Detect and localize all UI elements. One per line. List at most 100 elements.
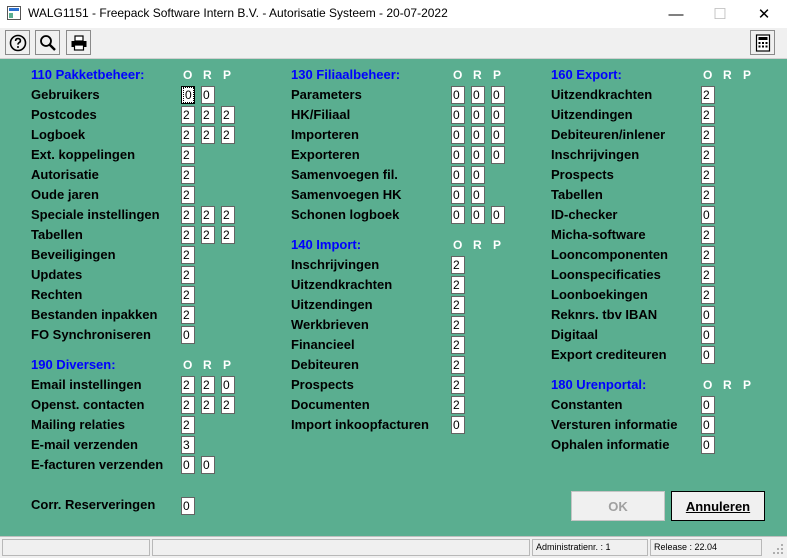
permission-field-o[interactable]: 2	[181, 286, 195, 304]
permission-field-o[interactable]: 2	[701, 266, 715, 284]
permission-field-p[interactable]: 2	[221, 206, 235, 224]
permission-field-p[interactable]: 2	[221, 106, 235, 124]
minimize-button[interactable]: —	[654, 0, 698, 28]
permission-field-o[interactable]: 0	[181, 456, 195, 474]
permission-value: 2	[203, 398, 210, 412]
permission-value: 0	[183, 87, 194, 103]
row-label: Samenvoegen HK	[291, 187, 402, 202]
permission-field-p[interactable]: 2	[221, 126, 235, 144]
permission-field-o[interactable]: 2	[451, 376, 465, 394]
permission-field-o[interactable]: 0	[451, 126, 465, 144]
permission-field-o[interactable]: 2	[181, 266, 195, 284]
row-label: Uitzendingen	[551, 107, 633, 122]
permission-field-p[interactable]: 0	[491, 86, 505, 104]
permission-field-r[interactable]: 0	[471, 146, 485, 164]
permission-field-o[interactable]: 2	[701, 246, 715, 264]
help-button[interactable]	[5, 30, 30, 55]
permission-field-o[interactable]: 2	[451, 396, 465, 414]
permission-field-o[interactable]: 2	[181, 146, 195, 164]
permission-field-r[interactable]: 2	[201, 126, 215, 144]
permission-value: 0	[473, 88, 480, 102]
permission-field-o[interactable]: 0	[181, 326, 195, 344]
permission-field-r[interactable]: 0	[201, 456, 215, 474]
permission-field-o[interactable]: 0	[701, 306, 715, 324]
permission-field-o[interactable]: 2	[701, 186, 715, 204]
row-label: Uitzendkrachten	[291, 277, 393, 292]
permission-field-r[interactable]: 0	[471, 206, 485, 224]
permission-field-o[interactable]: 2	[451, 336, 465, 354]
permission-field-o[interactable]: 0	[181, 86, 195, 104]
close-button[interactable]: ✕	[742, 0, 786, 28]
permission-field-o[interactable]: 2	[701, 86, 715, 104]
permission-field-o[interactable]: 3	[181, 436, 195, 454]
ok-button[interactable]: OK	[571, 491, 665, 521]
permission-field-r[interactable]: 0	[471, 106, 485, 124]
permission-field-o[interactable]: 2	[181, 186, 195, 204]
permission-field-o[interactable]: 0	[451, 146, 465, 164]
permission-field-o[interactable]: 0	[451, 106, 465, 124]
maximize-button[interactable]: ☐	[698, 0, 742, 28]
permission-field-o[interactable]: 0	[451, 206, 465, 224]
permission-field-o[interactable]: 2	[181, 396, 195, 414]
permission-field-r[interactable]: 2	[201, 396, 215, 414]
status-bar: Administratienr. : 1 Release : 22.04	[0, 536, 787, 558]
permission-field-o[interactable]: 2	[701, 226, 715, 244]
permission-field-o[interactable]: 2	[701, 146, 715, 164]
resize-grip-icon[interactable]	[772, 543, 784, 555]
permission-field-o[interactable]: 2	[181, 206, 195, 224]
permission-field-r[interactable]: 0	[471, 86, 485, 104]
permission-field-o[interactable]: 2	[701, 286, 715, 304]
column-header-r: R	[473, 68, 482, 82]
permission-field-o[interactable]: 2	[181, 166, 195, 184]
permission-field-o[interactable]: 2	[451, 356, 465, 374]
permission-field-p[interactable]: 2	[221, 396, 235, 414]
permission-field-r[interactable]: 2	[201, 106, 215, 124]
permission-value: 2	[453, 318, 460, 332]
permission-field-o[interactable]: 2	[181, 376, 195, 394]
permission-field-o[interactable]: 2	[181, 226, 195, 244]
reserveringen-field[interactable]: 0	[181, 497, 195, 515]
permission-field-o[interactable]: 2	[451, 256, 465, 274]
permission-field-o[interactable]: 2	[451, 276, 465, 294]
permission-field-r[interactable]: 2	[201, 226, 215, 244]
permission-field-o[interactable]: 0	[451, 416, 465, 434]
permission-field-o[interactable]: 2	[451, 296, 465, 314]
permission-field-r[interactable]: 0	[471, 186, 485, 204]
permission-field-o[interactable]: 0	[701, 416, 715, 434]
search-button[interactable]	[35, 30, 60, 55]
permission-field-o[interactable]: 0	[701, 396, 715, 414]
permission-value: 0	[223, 378, 230, 392]
permission-field-o[interactable]: 2	[181, 126, 195, 144]
permission-field-o[interactable]: 2	[181, 106, 195, 124]
permission-field-o[interactable]: 2	[701, 166, 715, 184]
permission-field-p[interactable]: 0	[491, 206, 505, 224]
permission-field-r[interactable]: 2	[201, 376, 215, 394]
permission-field-o[interactable]: 0	[701, 326, 715, 344]
permission-field-p[interactable]: 0	[491, 126, 505, 144]
permission-field-o[interactable]: 2	[701, 106, 715, 124]
permission-field-p[interactable]: 0	[491, 146, 505, 164]
permission-field-o[interactable]: 0	[451, 86, 465, 104]
permission-field-p[interactable]: 0	[221, 376, 235, 394]
permission-field-r[interactable]: 0	[201, 86, 215, 104]
permission-field-r[interactable]: 0	[471, 166, 485, 184]
permission-field-p[interactable]: 2	[221, 226, 235, 244]
permission-field-o[interactable]: 2	[451, 316, 465, 334]
permission-field-o[interactable]: 2	[181, 306, 195, 324]
permission-value: 0	[203, 88, 210, 102]
permission-field-p[interactable]: 0	[491, 106, 505, 124]
permission-field-r[interactable]: 0	[471, 126, 485, 144]
permission-field-r[interactable]: 2	[201, 206, 215, 224]
permission-field-o[interactable]: 0	[451, 166, 465, 184]
permission-field-o[interactable]: 2	[181, 416, 195, 434]
permission-field-o[interactable]: 2	[181, 246, 195, 264]
permission-field-o[interactable]: 0	[701, 206, 715, 224]
permission-field-o[interactable]: 0	[451, 186, 465, 204]
permission-field-o[interactable]: 0	[701, 346, 715, 364]
calculator-button[interactable]	[750, 30, 775, 55]
print-button[interactable]	[66, 30, 91, 55]
permission-value: 2	[703, 248, 710, 262]
permission-field-o[interactable]: 2	[701, 126, 715, 144]
permission-field-o[interactable]: 0	[701, 436, 715, 454]
cancel-button[interactable]: Annuleren	[671, 491, 765, 521]
